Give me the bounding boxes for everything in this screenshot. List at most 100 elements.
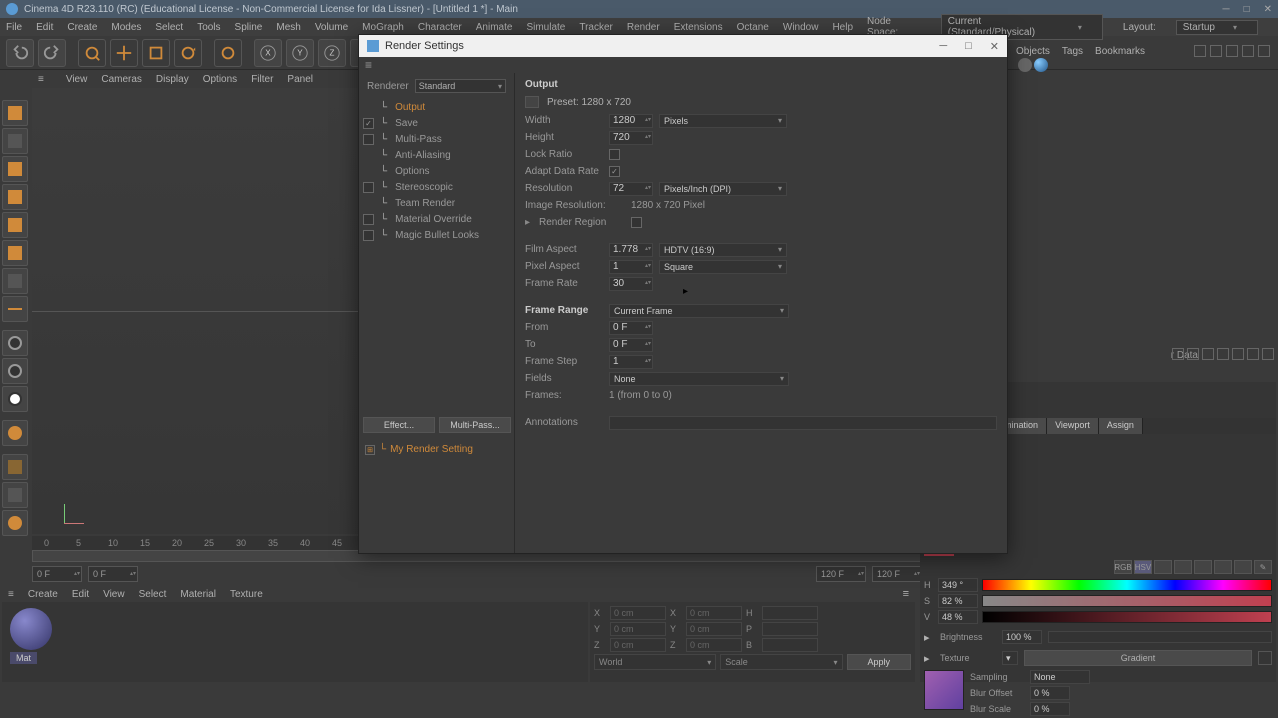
vp-menu-cameras[interactable]: Cameras	[101, 74, 142, 85]
color-mode-hsv-button[interactable]: HSV	[1134, 560, 1152, 574]
scale-tool[interactable]	[142, 39, 170, 67]
vp-menu-panel[interactable]: Panel	[287, 74, 313, 85]
hue-slider[interactable]	[982, 579, 1272, 591]
axis-x-toggle[interactable]: X	[254, 39, 282, 67]
to-field[interactable]: 0 F▴▾	[609, 338, 653, 352]
vp-menu-view[interactable]: View	[66, 74, 88, 85]
menu-edit[interactable]: Edit	[36, 22, 53, 33]
my-render-setting-item[interactable]: ⊞ └ My Render Setting	[365, 444, 473, 455]
menu-tools[interactable]: Tools	[197, 22, 220, 33]
menu-animate[interactable]: Animate	[476, 22, 513, 33]
preset-button[interactable]	[525, 96, 539, 108]
timeline-end-field[interactable]: 120 F▴▾	[816, 566, 866, 582]
tree-output[interactable]: Output	[395, 102, 425, 113]
tree-antialiasing[interactable]: Anti-Aliasing	[395, 150, 451, 161]
blurscale-field[interactable]: 0 %	[1030, 702, 1070, 716]
mat-hamburger-icon[interactable]: ≡	[8, 589, 14, 600]
tree-magic-bullet[interactable]: Magic Bullet Looks	[395, 230, 479, 241]
snap-toggle-1[interactable]	[2, 330, 28, 356]
rotate-tool[interactable]	[174, 39, 202, 67]
texture-preview-swatch[interactable]	[924, 670, 964, 710]
dialog-close-button[interactable]: ✕	[990, 40, 999, 53]
width-field[interactable]: 1280▴▾	[609, 114, 653, 128]
mat-menu-select[interactable]: Select	[139, 589, 167, 600]
pixelaspect-field[interactable]: 1▴▾	[609, 260, 653, 274]
attr-mode-icon[interactable]	[1247, 348, 1259, 360]
texture-mode-button[interactable]	[2, 156, 28, 182]
tree-multipass[interactable]: Multi-Pass	[395, 134, 442, 145]
color-opt-2[interactable]	[1174, 560, 1192, 574]
texture-clear-icon[interactable]	[1258, 651, 1272, 665]
tree-stereoscopic[interactable]: Stereoscopic	[395, 182, 453, 193]
coord-z-pos[interactable]: 0 cm	[610, 638, 666, 652]
edge-mode-button[interactable]	[2, 240, 28, 266]
obj-icon-3[interactable]	[1226, 45, 1238, 57]
tree-teamrender[interactable]: Team Render	[395, 198, 455, 209]
objects-menu-bookmarks[interactable]: Bookmarks	[1095, 46, 1145, 57]
attr-nav-back-icon[interactable]	[1172, 348, 1184, 360]
snap-settings-button[interactable]	[2, 510, 28, 536]
timeline-start-field[interactable]: 0 F▴▾	[32, 566, 82, 582]
menu-extensions[interactable]: Extensions	[674, 22, 723, 33]
framestep-field[interactable]: 1▴▾	[609, 355, 653, 369]
axis-mode-button[interactable]	[2, 296, 28, 322]
height-field[interactable]: 720▴▾	[609, 131, 653, 145]
dialog-hamburger-icon[interactable]: ≡	[365, 58, 372, 72]
menu-mograph[interactable]: MoGraph	[362, 22, 404, 33]
obj-icon-5[interactable]	[1258, 45, 1270, 57]
model-mode-button[interactable]	[2, 128, 28, 154]
undo-button[interactable]	[6, 39, 34, 67]
resolution-unit-dropdown[interactable]: Pixels/Inch (DPI)▾	[659, 182, 787, 196]
mat-menu-texture[interactable]: Texture	[230, 589, 263, 600]
coord-x-size[interactable]: 0 cm	[686, 606, 742, 620]
menu-select[interactable]: Select	[155, 22, 183, 33]
menu-character[interactable]: Character	[418, 22, 462, 33]
color-opt-5[interactable]	[1234, 560, 1252, 574]
make-editable-button[interactable]	[2, 100, 28, 126]
multipass-button[interactable]: Multi-Pass...	[439, 417, 511, 433]
viewport-canvas[interactable]	[32, 88, 358, 534]
attr-tab-assign[interactable]: Assign	[1099, 418, 1143, 434]
dialog-titlebar[interactable]: Render Settings ─ □ ✕	[359, 35, 1007, 57]
tree-save-checkbox[interactable]	[363, 118, 374, 129]
objects-menu-tags[interactable]: Tags	[1062, 46, 1083, 57]
texture-type-dropdown[interactable]: ▾	[1002, 651, 1018, 665]
coord-world-dropdown[interactable]: World▾	[594, 654, 716, 670]
obj-icon-1[interactable]	[1194, 45, 1206, 57]
fields-dropdown[interactable]: None▾	[609, 372, 789, 386]
tree-matoverride-checkbox[interactable]	[363, 214, 374, 225]
from-field[interactable]: 0 F▴▾	[609, 321, 653, 335]
point-mode-button[interactable]	[2, 212, 28, 238]
brightness-expand-icon[interactable]: ▸	[924, 631, 934, 644]
mat-menu-material[interactable]: Material	[180, 589, 216, 600]
color-opt-4[interactable]	[1214, 560, 1232, 574]
polygon-mode-button[interactable]	[2, 268, 28, 294]
viewport-solo-button[interactable]	[2, 420, 28, 446]
tree-save[interactable]: Save	[395, 118, 418, 129]
vp-menu-options[interactable]: Options	[203, 74, 237, 85]
effect-button[interactable]: Effect...	[363, 417, 435, 433]
dialog-minimize-button[interactable]: ─	[939, 40, 947, 53]
dialog-maximize-button[interactable]: □	[965, 40, 972, 53]
tree-material-override[interactable]: Material Override	[395, 214, 472, 225]
menu-volume[interactable]: Volume	[315, 22, 348, 33]
gradient-button[interactable]: Gradient	[1024, 650, 1252, 666]
axis-y-toggle[interactable]: Y	[286, 39, 314, 67]
sphere-object-icon[interactable]	[1034, 58, 1048, 72]
snap-toggle-2[interactable]	[2, 358, 28, 384]
annotations-field[interactable]	[609, 416, 997, 430]
workplane-button[interactable]	[2, 184, 28, 210]
coord-h-rot[interactable]	[762, 606, 818, 620]
minimize-button[interactable]: ─	[1222, 4, 1229, 15]
vp-menu-filter[interactable]: Filter	[251, 74, 273, 85]
mat-menu-view[interactable]: View	[103, 589, 125, 600]
select-tool[interactable]	[78, 39, 106, 67]
pixelaspect-dropdown[interactable]: Square▾	[659, 260, 787, 274]
menu-help[interactable]: Help	[832, 22, 853, 33]
sat-slider[interactable]	[982, 595, 1272, 607]
coord-y-pos[interactable]: 0 cm	[610, 622, 666, 636]
coord-y-size[interactable]: 0 cm	[686, 622, 742, 636]
layout-dropdown[interactable]: Startup▾	[1176, 20, 1258, 35]
texture-expand-icon[interactable]: ▸	[924, 652, 934, 665]
menu-modes[interactable]: Modes	[111, 22, 141, 33]
